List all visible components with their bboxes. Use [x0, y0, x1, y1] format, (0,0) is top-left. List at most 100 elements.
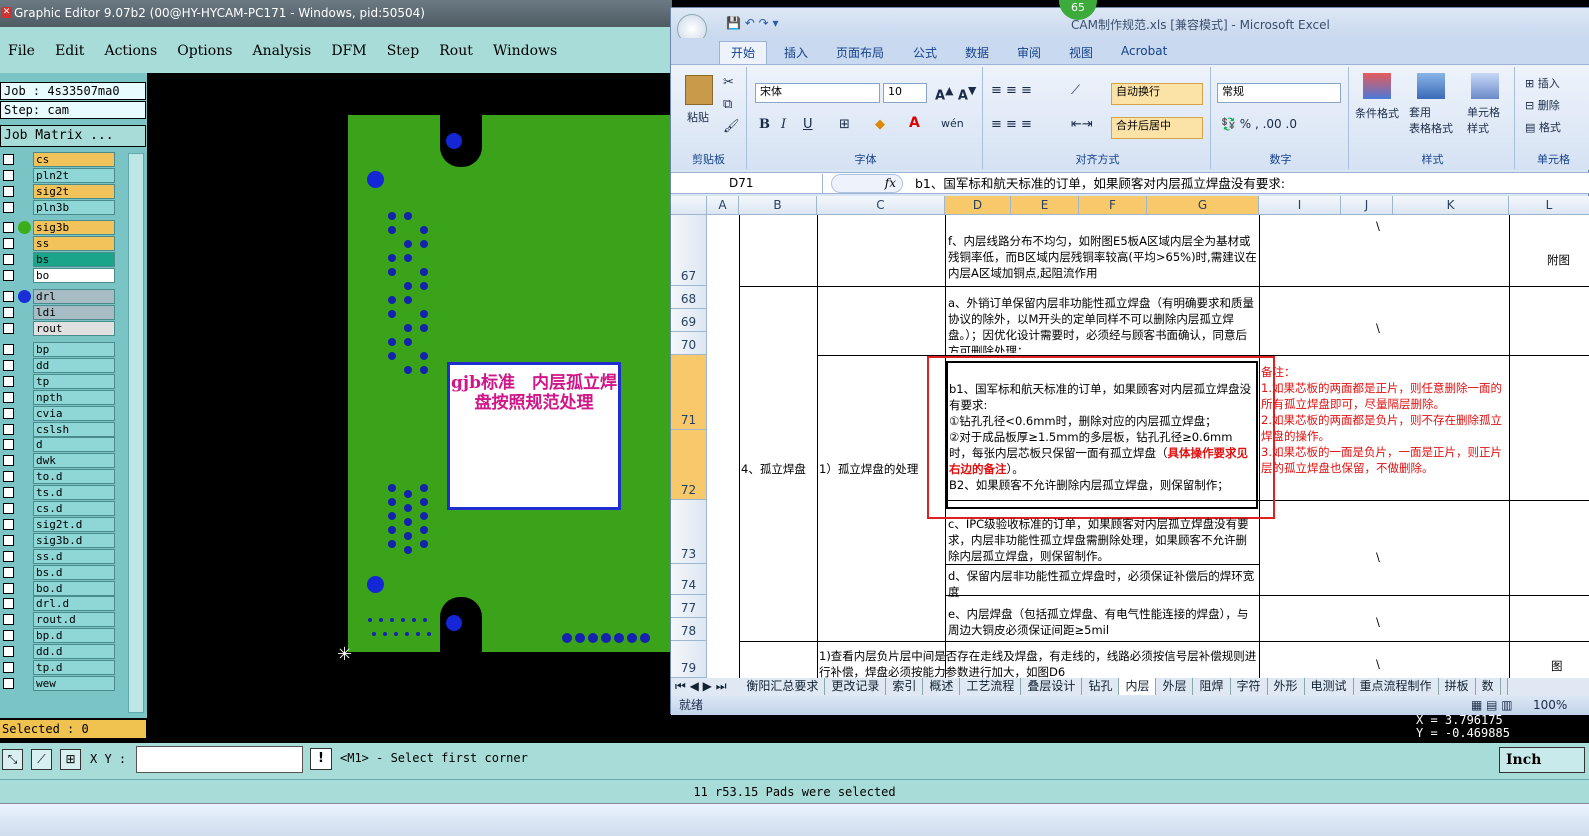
layer-row-to-d[interactable]: to.d [0, 469, 116, 485]
col-header-i[interactable]: I [1259, 196, 1341, 215]
layer-row-bs[interactable]: bs [0, 252, 116, 267]
sheet-tab[interactable]: 拼板 [1439, 678, 1476, 695]
warning-icon[interactable]: ! [310, 748, 332, 770]
tab-review[interactable]: 审阅 [1017, 44, 1041, 61]
layer-checkbox[interactable] [3, 186, 14, 197]
row-header-74[interactable]: 74 [671, 564, 707, 595]
orientation-icon[interactable]: ⟋ [1071, 83, 1080, 98]
cell-style-icon[interactable] [1471, 73, 1499, 99]
menu-windows[interactable]: Windows [493, 43, 557, 59]
wrap-text-button[interactable]: 自动换行 [1111, 83, 1203, 105]
layer-checkbox[interactable] [3, 630, 14, 642]
paste-label[interactable]: 粘贴 [687, 109, 709, 125]
row-header-78[interactable]: 78 [671, 618, 707, 641]
layer-checkbox[interactable] [3, 344, 14, 355]
layer-row-bp-d[interactable]: bp.d [0, 628, 116, 644]
layer-row-ldi[interactable]: ldi [0, 305, 116, 320]
layer-checkbox[interactable] [3, 202, 14, 213]
layer-row-sig3b[interactable]: sig3b [0, 220, 116, 235]
layer-row-d[interactable]: d [0, 437, 116, 453]
paste-icon[interactable] [685, 75, 713, 105]
fx-button[interactable]: fx [831, 174, 903, 193]
layer-checkbox[interactable] [3, 291, 14, 302]
cell-d73[interactable]: c、IPC级验收标准的订单，如果顾客对内层孤立焊盘没有要求，内层非功能性孤立焊盘… [948, 516, 1257, 564]
indent-icon[interactable]: ⇤⇥ [1071, 117, 1093, 132]
col-header-a[interactable]: A [707, 196, 739, 215]
layer-checkbox[interactable] [3, 170, 14, 181]
conditional-format-label[interactable]: 条件格式 [1355, 105, 1399, 121]
layer-row-dd-d[interactable]: dd.d [0, 644, 116, 660]
layer-row-sig3b-d[interactable]: sig3b.d [0, 532, 116, 548]
col-header-g[interactable]: G [1147, 196, 1259, 215]
sheet-tab[interactable]: 数 [1476, 678, 1501, 695]
layer-checkbox[interactable] [3, 566, 14, 578]
spreadsheet-grid[interactable]: A B C D E F G I J K L 67 68 69 70 71 72 … [671, 196, 1589, 678]
sheet-tab[interactable]: 字符 [1231, 678, 1268, 695]
grid-icon[interactable]: ⊞ [60, 749, 81, 770]
cell-d74[interactable]: d、保留内层非功能性孤立焊盘时，必须保证补偿后的焊环宽度 [948, 568, 1257, 600]
menu-analysis[interactable]: Analysis [253, 43, 312, 59]
layer-checkbox[interactable] [3, 614, 14, 626]
row-header-69[interactable]: 69 [671, 309, 707, 332]
layer-row-cvia[interactable]: cvia [0, 405, 116, 421]
sheet-tab[interactable]: 阻焊 [1193, 678, 1231, 695]
layer-row-cslsh[interactable]: cslsh [0, 421, 116, 437]
layer-row-pln3b[interactable]: pln3b [0, 200, 116, 215]
layer-checkbox[interactable] [3, 359, 14, 371]
layer-checkbox[interactable] [3, 307, 14, 318]
formula-input[interactable]: b1、国军标和航天标准的订单，如果顾客对内层孤立焊盘没有要求: [915, 174, 1285, 193]
tab-page-layout[interactable]: 页面布局 [836, 44, 884, 61]
italic-icon[interactable]: I [781, 117, 786, 132]
layer-checkbox[interactable] [3, 391, 14, 403]
layer-scrollbar[interactable] [128, 153, 144, 713]
layer-checkbox[interactable] [3, 471, 14, 483]
tab-acrobat[interactable]: Acrobat [1121, 44, 1167, 58]
cell-d68[interactable]: a、外销订单保留内层非功能性孤立焊盘（有明确要求和质量协议的除外，以M开头的定单… [948, 295, 1257, 353]
layer-checkbox[interactable] [3, 662, 14, 673]
layer-checkbox[interactable] [3, 154, 14, 165]
grow-font-icon[interactable]: A▲ A▼ [935, 84, 976, 103]
layer-checkbox[interactable] [3, 375, 14, 387]
sheet-tab[interactable]: 概述 [923, 678, 961, 695]
menu-rout[interactable]: Rout [439, 43, 473, 59]
layer-row-cs-d[interactable]: cs.d [0, 501, 116, 516]
layer-checkbox[interactable] [3, 534, 14, 546]
layer-row-dd[interactable]: dd [0, 357, 116, 373]
layer-row-cs[interactable]: cs [0, 152, 116, 167]
row-header-71[interactable]: 71 [671, 355, 707, 430]
layer-checkbox[interactable] [3, 503, 14, 514]
layer-checkbox[interactable] [3, 254, 14, 265]
tab-data[interactable]: 数据 [965, 44, 989, 61]
layer-row-drl-d[interactable]: drl.d [0, 596, 116, 612]
cell-l67[interactable]: 附图 [1547, 252, 1570, 268]
layer-checkbox[interactable] [3, 646, 14, 658]
menu-dfm[interactable]: DFM [331, 43, 366, 59]
layer-row-bp[interactable]: bp [0, 342, 116, 357]
font-size-box[interactable]: 10 [883, 83, 927, 103]
layer-row-bo-d[interactable]: bo.d [0, 580, 116, 596]
tab-insert[interactable]: 插入 [784, 44, 808, 61]
col-header-b[interactable]: B [739, 196, 817, 215]
menu-edit[interactable]: Edit [55, 43, 84, 59]
sheet-tab[interactable]: 衡阳汇总要求 [740, 678, 826, 695]
sheet-tab[interactable]: 重点流程制作 [1354, 678, 1439, 695]
cell-j77[interactable]: \ [1376, 614, 1380, 630]
cell-j69[interactable]: \ [1376, 320, 1380, 336]
cell-c79[interactable]: 1)查看内层负片层中间是否存在走线及焊盘，有走线的，线路必须按信号层补偿规则进行… [819, 648, 1257, 678]
layer-row-dwk[interactable]: dwk [0, 453, 116, 469]
col-header-c[interactable]: C [817, 196, 945, 215]
menu-options[interactable]: Options [177, 43, 232, 59]
cell-j67[interactable]: \ [1376, 218, 1380, 234]
delete-cells-button[interactable]: ⊟ 删除 [1525, 97, 1560, 113]
menu-step[interactable]: Step [387, 43, 419, 59]
layer-checkbox[interactable] [3, 323, 14, 334]
layer-row-ss[interactable]: ss [0, 236, 116, 251]
layer-row-wew[interactable]: wew [0, 675, 116, 691]
layer-row-sig2t-d[interactable]: sig2t.d [0, 516, 116, 532]
layer-row-tp-d[interactable]: tp.d [0, 660, 116, 675]
col-header-k[interactable]: K [1393, 196, 1509, 215]
align-top-icon[interactable]: ≡ ≡ ≡ [991, 83, 1032, 98]
col-header-f[interactable]: F [1079, 196, 1147, 215]
row-header-72[interactable]: 72 [671, 430, 707, 500]
col-header-d[interactable]: D [945, 196, 1011, 215]
